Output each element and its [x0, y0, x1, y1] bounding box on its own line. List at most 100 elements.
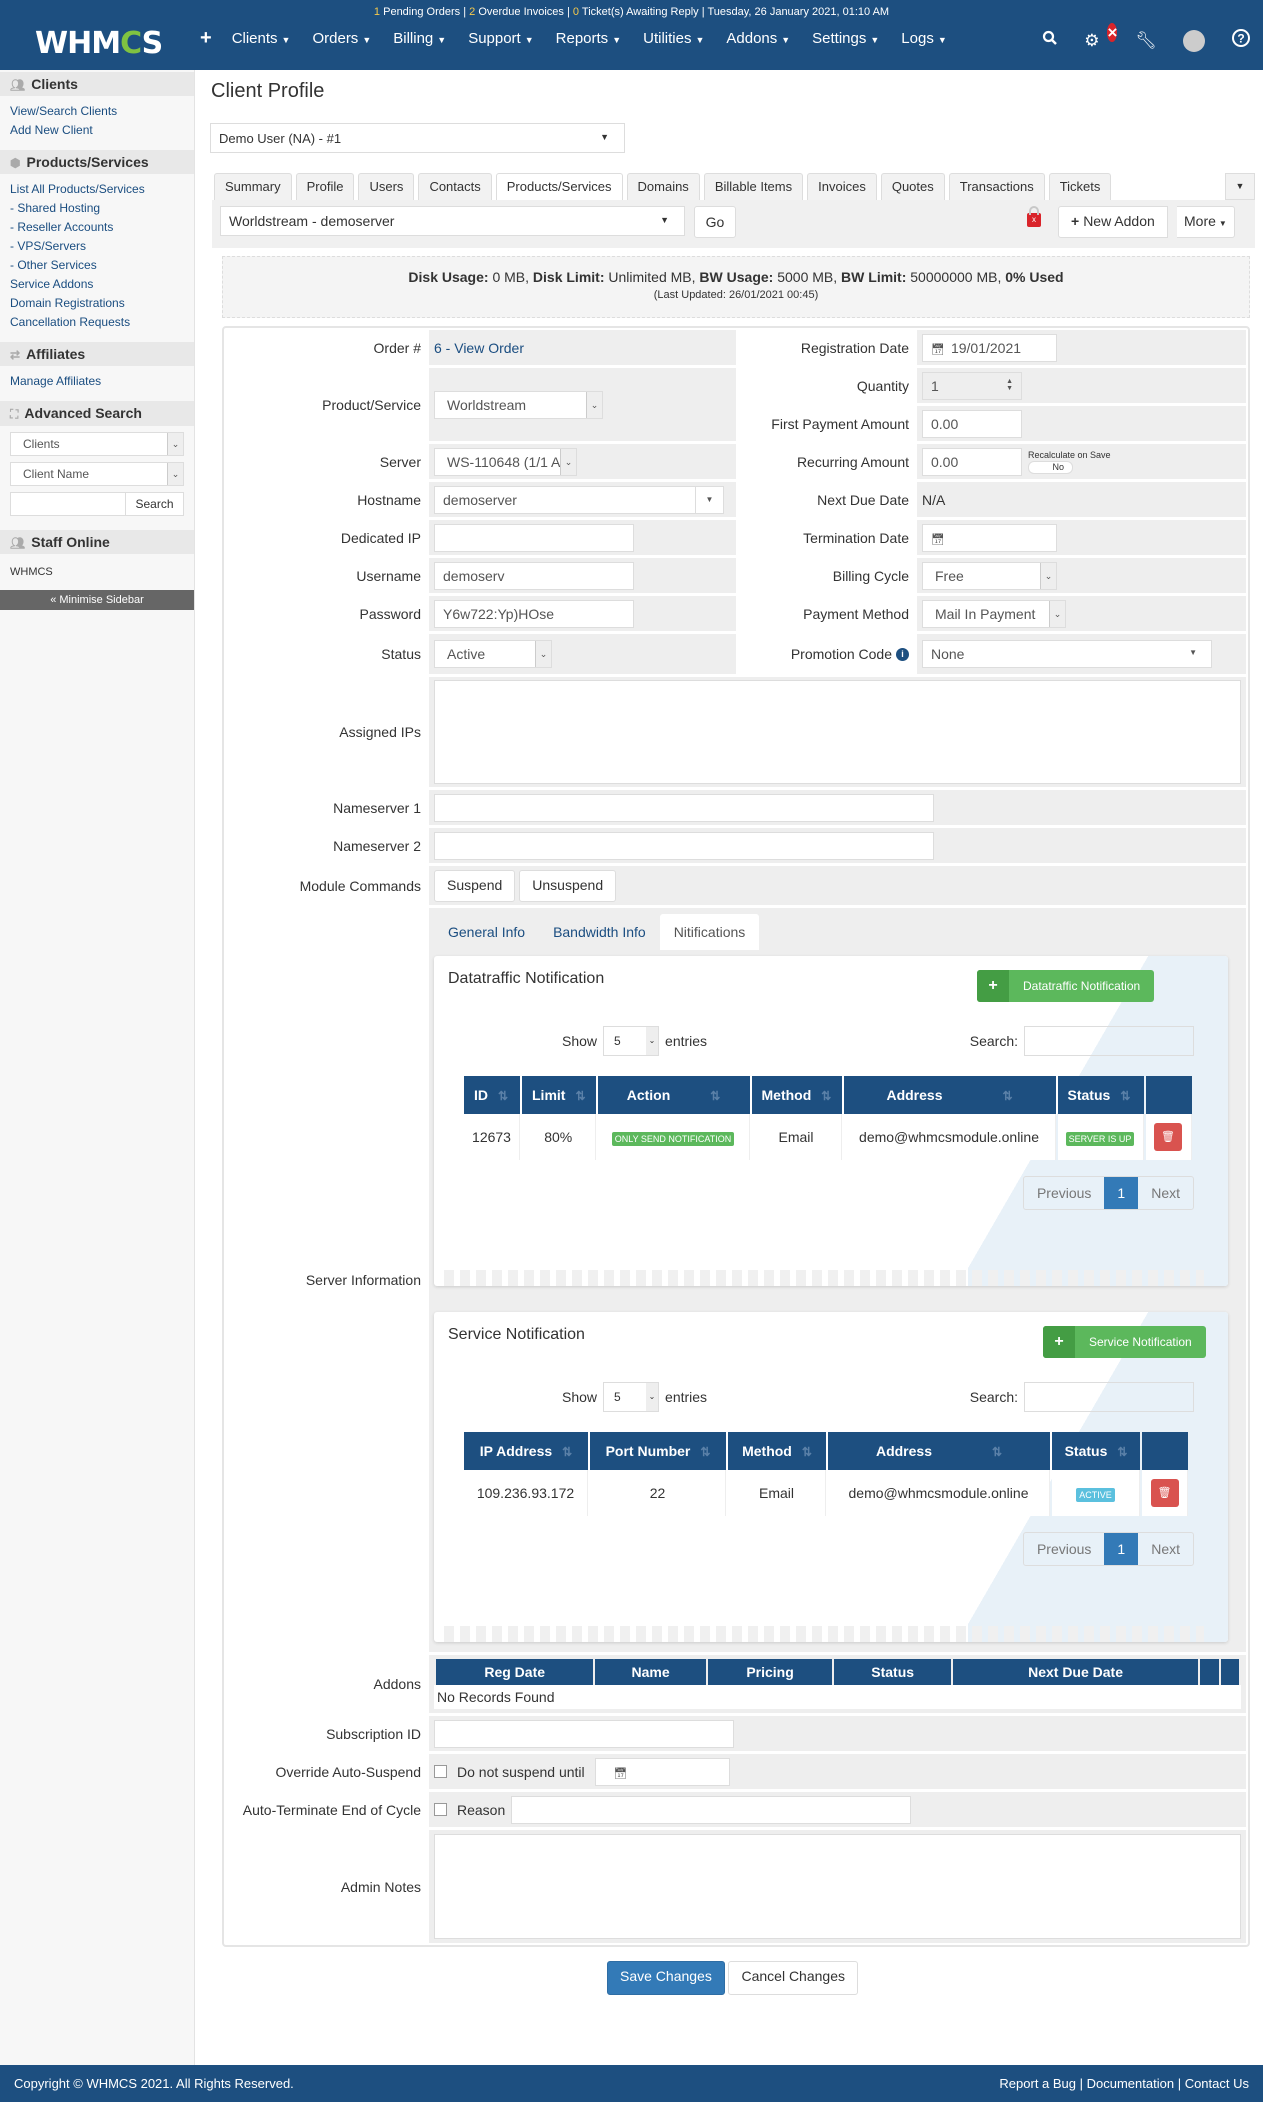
more-dropdown-button[interactable]: More ▼	[1177, 206, 1235, 238]
tabs-more-dropdown[interactable]: ▼	[1225, 173, 1255, 200]
column-header-status[interactable]: Status ⇅	[1057, 1076, 1144, 1114]
payment-method-select[interactable]: Mail In Payment ⌄	[922, 599, 1066, 628]
nameserver2-input[interactable]	[434, 831, 934, 860]
column-header-limit[interactable]: Limit ⇅	[522, 1076, 596, 1114]
column-header-name[interactable]: Name	[595, 1659, 706, 1685]
tab-invoices[interactable]: Invoices	[807, 173, 877, 200]
search-field-select[interactable]: Client Name ⌄	[10, 462, 184, 486]
subscription-id-input[interactable]	[434, 1719, 734, 1748]
delete-button[interactable]: 🗑︎	[1150, 1479, 1179, 1507]
assigned-ips-textarea[interactable]	[434, 680, 1241, 784]
quick-add-icon[interactable]: +	[200, 27, 212, 50]
column-header-method[interactable]: Method ⇅	[728, 1432, 826, 1470]
product-select[interactable]: Worldstream ⌄	[434, 390, 603, 419]
column-header-id[interactable]: ID ⇅	[464, 1076, 520, 1114]
overdue-invoices-link[interactable]: Overdue Invoices	[478, 6, 564, 18]
column-header-reg-date[interactable]: Reg Date	[436, 1659, 594, 1685]
column-header-pricing[interactable]: Pricing	[707, 1659, 833, 1685]
sidebar-link-add-client[interactable]: Add New Client	[10, 121, 184, 140]
tab-transactions[interactable]: Transactions	[948, 173, 1045, 200]
recalculate-toggle[interactable]: No	[1028, 460, 1073, 474]
quantity-stepper[interactable]: 1 ▲ ▼	[922, 371, 1022, 400]
pending-orders-link[interactable]: Pending Orders	[383, 6, 460, 18]
suspend-button[interactable]: Suspend	[434, 869, 516, 902]
sidebar-link-other[interactable]: - Other Services	[10, 256, 184, 275]
sidebar-link-domains[interactable]: Domain Registrations	[10, 294, 184, 313]
auto-terminate-checkbox[interactable]	[434, 1803, 447, 1816]
caret-down-icon[interactable]: ▼	[695, 486, 723, 513]
column-header-method[interactable]: Method ⇅	[751, 1076, 842, 1114]
sidebar-link-affiliates[interactable]: Manage Affiliates	[10, 372, 184, 391]
column-header-action[interactable]: Action ⇅	[597, 1076, 750, 1114]
sidebar-link-cancellations[interactable]: Cancellation Requests	[10, 313, 184, 332]
column-header-ip-address[interactable]: IP Address ⇅	[464, 1432, 588, 1470]
tab-billable-items[interactable]: Billable Items	[703, 173, 804, 200]
next-page-button[interactable]: Next	[1138, 1177, 1193, 1209]
sidebar-link-vps[interactable]: - VPS/Servers	[10, 237, 184, 256]
tab-notifications[interactable]: Nitifications	[659, 914, 760, 950]
page-1-button[interactable]: 1	[1104, 1533, 1139, 1565]
tab-bandwidth-info[interactable]: Bandwidth Info	[539, 914, 660, 950]
search-input[interactable]	[10, 492, 126, 516]
tab-contacts[interactable]: Contacts	[418, 173, 492, 200]
hostname-input[interactable]: demoserver ▼	[434, 485, 724, 514]
sidebar-link-view-clients[interactable]: View/Search Clients	[10, 102, 184, 121]
sidebar-link-service-addons[interactable]: Service Addons	[10, 275, 184, 294]
tab-quotes[interactable]: Quotes	[880, 173, 945, 200]
next-page-button[interactable]: Next	[1138, 1533, 1193, 1565]
first-payment-input[interactable]: 0.00	[922, 409, 1022, 438]
recurring-amount-input[interactable]: 0.00	[922, 447, 1022, 476]
sidebar-link-shared-hosting[interactable]: - Shared Hosting	[10, 199, 184, 218]
unlocked-lock-icon[interactable]: x	[1027, 206, 1041, 227]
nav-support[interactable]: Support ▼	[468, 30, 533, 50]
sidebar-link-list-products[interactable]: List All Products/Services	[10, 180, 184, 199]
search-button[interactable]: Search	[126, 492, 184, 516]
wrench-icon[interactable]: 🔧︎	[1135, 31, 1157, 51]
username-input[interactable]: demoserv	[434, 561, 634, 590]
pending-orders-count[interactable]: 1	[374, 6, 380, 18]
billing-cycle-select[interactable]: Free ⌄	[922, 561, 1057, 590]
minimise-sidebar-button[interactable]: « Minimise Sidebar	[0, 590, 194, 610]
entries-select[interactable]: 5 ⌄	[603, 1382, 660, 1412]
tab-general-info[interactable]: General Info	[434, 914, 539, 950]
override-suspend-checkbox[interactable]	[434, 1765, 447, 1778]
user-avatar[interactable]	[1183, 29, 1205, 52]
table-search-input[interactable]	[1024, 1382, 1194, 1412]
tab-profile[interactable]: Profile	[295, 173, 355, 200]
report-bug-link[interactable]: Report a Bug	[999, 2076, 1076, 2091]
nav-reports[interactable]: Reports ▼	[556, 30, 621, 50]
entries-select[interactable]: 5 ⌄	[603, 1026, 660, 1056]
registration-date-input[interactable]: 📅︎ 19/01/2021	[922, 333, 1057, 362]
table-search-input[interactable]	[1024, 1026, 1194, 1056]
new-addon-button[interactable]: + New Addon	[1058, 206, 1168, 238]
search-type-select[interactable]: Clients ⌄	[10, 432, 184, 456]
tab-users[interactable]: Users	[358, 173, 415, 200]
column-header-address[interactable]: Address ⇅	[843, 1076, 1056, 1114]
save-changes-button[interactable]: Save Changes	[607, 1961, 725, 1995]
column-header-status[interactable]: Status	[834, 1659, 951, 1685]
nav-logs[interactable]: Logs ▼	[901, 30, 946, 50]
previous-page-button[interactable]: Previous	[1024, 1177, 1104, 1209]
server-select[interactable]: WS-110648 (1/1 A ⌄	[434, 447, 577, 476]
nav-utilities[interactable]: Utilities ▼	[643, 30, 704, 50]
search-icon[interactable]	[1042, 30, 1058, 51]
unsuspend-button[interactable]: Unsuspend	[519, 869, 617, 902]
tab-domains[interactable]: Domains	[626, 173, 700, 200]
nameserver1-input[interactable]	[434, 793, 934, 822]
automation-gears-icon[interactable]: ⚙ ×	[1084, 22, 1118, 51]
add-datatraffic-notification-button[interactable]: + Datatraffic Notification	[977, 970, 1155, 1002]
nav-clients[interactable]: Clients ▼	[232, 30, 291, 50]
overdue-invoices-count[interactable]: 2	[469, 6, 475, 18]
whmcs-logo[interactable]: WHMCS	[35, 26, 163, 61]
status-select[interactable]: Active ⌄	[434, 640, 552, 668]
tab-tickets[interactable]: Tickets	[1048, 173, 1112, 200]
dedicated-ip-input[interactable]	[434, 523, 634, 552]
promotion-code-select[interactable]: None ▼	[922, 640, 1212, 668]
cancel-changes-button[interactable]: Cancel Changes	[728, 1961, 858, 1995]
admin-notes-textarea[interactable]	[434, 1834, 1241, 1939]
column-header-port-number[interactable]: Port Number ⇅	[590, 1432, 726, 1470]
delete-button[interactable]: 🗑︎	[1154, 1123, 1183, 1151]
service-select[interactable]: Worldstream - demoserver ▼	[220, 206, 685, 236]
nav-settings[interactable]: Settings ▼	[812, 30, 879, 50]
nav-billing[interactable]: Billing ▼	[393, 30, 446, 50]
